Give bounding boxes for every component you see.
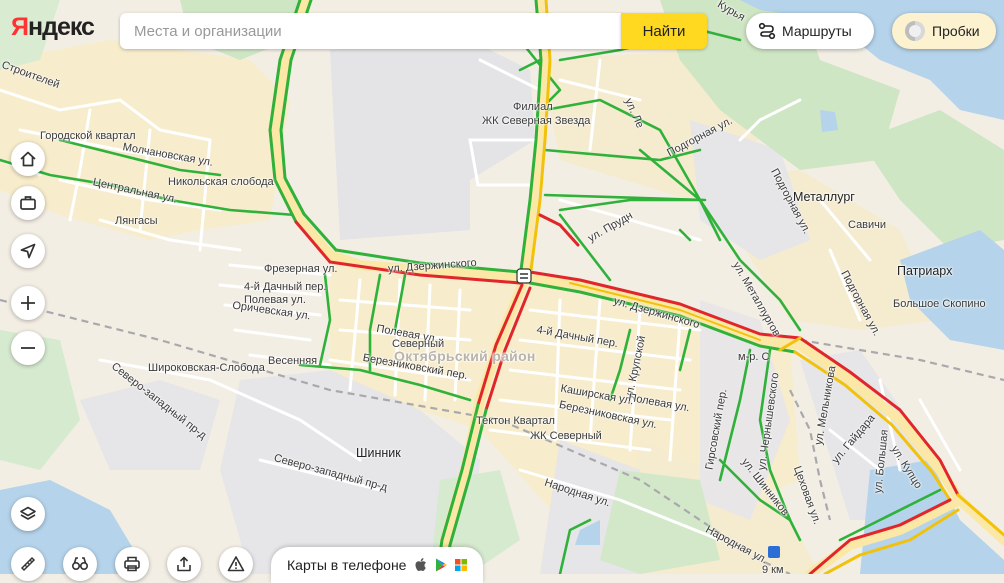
traffic-level-icon bbox=[905, 21, 925, 41]
share-icon bbox=[177, 556, 191, 572]
warning-icon bbox=[227, 556, 245, 572]
junction-marker-icon bbox=[516, 268, 532, 284]
bus-stop-icon bbox=[768, 546, 780, 558]
briefcase-icon bbox=[20, 196, 36, 210]
label-metallurg: Металлург bbox=[793, 190, 855, 204]
label-nikolskaya-sloboda: Никольская слобода bbox=[168, 176, 274, 188]
zoom-in-icon bbox=[21, 296, 35, 310]
search-input[interactable] bbox=[120, 21, 616, 41]
routes-button[interactable]: Маршруты bbox=[746, 13, 874, 49]
printer-icon bbox=[124, 556, 140, 572]
route-icon bbox=[758, 22, 776, 40]
label-lyangasy: Лянгасы bbox=[115, 215, 158, 227]
maps-on-phone-button[interactable]: Карты в телефоне bbox=[271, 547, 483, 583]
my-location-button[interactable] bbox=[11, 234, 45, 268]
traffic-label: Пробки bbox=[932, 23, 980, 39]
search-box bbox=[120, 13, 622, 49]
label-zhk-severny: ЖК Северный bbox=[530, 430, 602, 442]
report-button[interactable] bbox=[219, 547, 253, 581]
label-bolshoe-skopino: Большое Скопино bbox=[893, 298, 986, 310]
label-patriarh: Патриарх bbox=[897, 264, 953, 278]
apple-icon bbox=[415, 558, 427, 571]
panorama-binoculars-icon bbox=[71, 557, 89, 571]
work-button[interactable] bbox=[11, 186, 45, 220]
yandex-logo[interactable]: Яндекс bbox=[11, 13, 95, 41]
home-button[interactable] bbox=[11, 142, 45, 176]
zoom-in-button[interactable] bbox=[11, 286, 45, 320]
share-button[interactable] bbox=[167, 547, 201, 581]
label-filial: Филиал bbox=[513, 101, 553, 113]
label-mrs: м-р. С bbox=[738, 351, 770, 363]
label-tekton-kvartal: Тектон Квартал bbox=[476, 415, 555, 427]
label-4-dachny-1: 4-й Дачный пер. bbox=[244, 281, 327, 293]
logo-first-letter: Я bbox=[11, 13, 29, 41]
label-frezernaya: Фрезерная ул. bbox=[264, 263, 338, 275]
zoom-out-button[interactable] bbox=[11, 331, 45, 365]
locate-arrow-icon bbox=[20, 243, 36, 259]
label-severny-1: Северный bbox=[392, 338, 445, 350]
ruler-button[interactable] bbox=[11, 547, 45, 581]
label-zhk-severnaya-zvezda: ЖК Северная Звезда bbox=[482, 115, 591, 127]
routes-label: Маршруты bbox=[782, 23, 852, 39]
label-9-km: 9 км bbox=[762, 564, 784, 576]
panorama-button[interactable] bbox=[63, 547, 97, 581]
label-shirokovskaya-sloboda: Широковская-Слобода bbox=[148, 362, 265, 374]
windows-icon bbox=[455, 559, 468, 571]
layers-icon bbox=[20, 506, 36, 520]
ruler-icon bbox=[20, 556, 36, 572]
google-play-icon bbox=[436, 558, 448, 572]
find-button[interactable]: Найти bbox=[621, 13, 707, 49]
label-shinnik: Шинник bbox=[356, 446, 401, 460]
label-vesennyaya: Весенняя bbox=[268, 355, 318, 367]
layers-button[interactable] bbox=[11, 497, 45, 531]
print-button[interactable] bbox=[115, 547, 149, 581]
traffic-button[interactable]: Пробки bbox=[892, 13, 996, 49]
label-gorodskoy-kvartal: Городской квартал bbox=[40, 130, 136, 142]
label-savichi: Савичи bbox=[848, 219, 887, 231]
logo-rest: ндекс bbox=[27, 13, 95, 41]
zoom-out-icon bbox=[21, 347, 35, 349]
phone-promo-label: Карты в телефоне bbox=[287, 557, 407, 573]
home-icon bbox=[20, 151, 36, 167]
